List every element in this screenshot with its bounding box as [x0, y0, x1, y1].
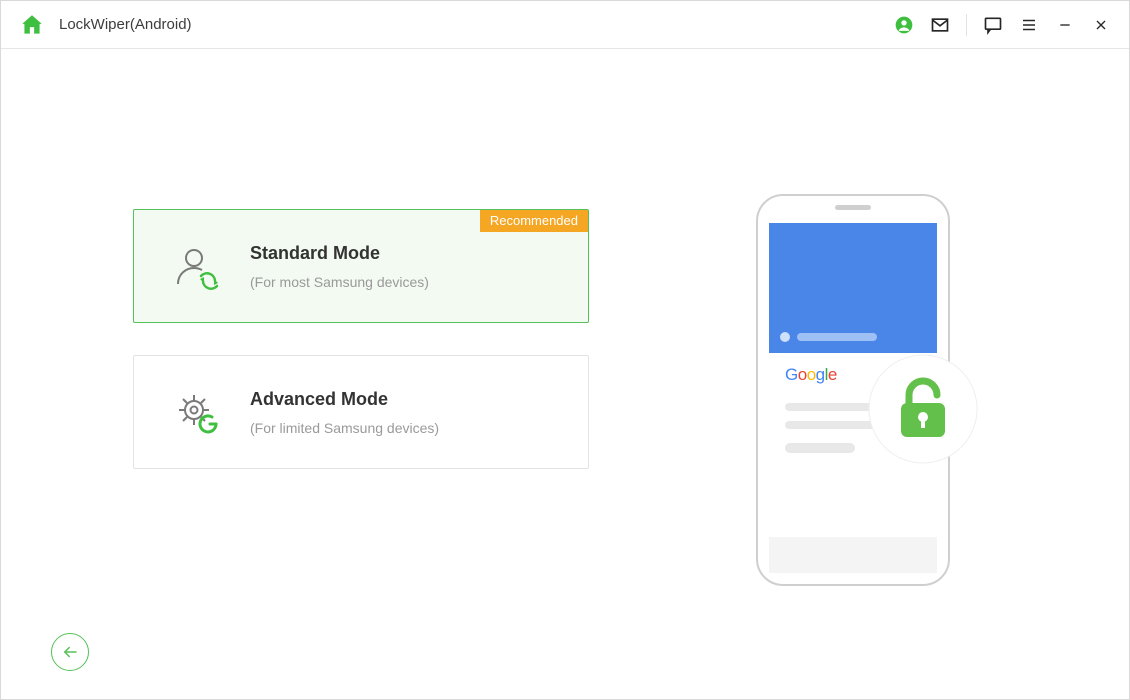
account-icon[interactable]: [894, 15, 914, 35]
home-icon[interactable]: [19, 12, 45, 38]
advanced-mode-subtitle: (For limited Samsung devices): [250, 420, 439, 436]
menu-icon[interactable]: [1019, 15, 1039, 35]
advanced-mode-text: Advanced Mode (For limited Samsung devic…: [250, 389, 439, 436]
user-refresh-icon: [168, 238, 224, 294]
back-button[interactable]: [51, 633, 89, 671]
mode-cards: Recommended Standard Mode (For most Sams…: [133, 209, 589, 469]
advanced-mode-card[interactable]: Advanced Mode (For limited Samsung devic…: [133, 355, 589, 469]
standard-mode-card[interactable]: Recommended Standard Mode (For most Sams…: [133, 209, 589, 323]
gear-g-icon: [168, 384, 224, 440]
standard-mode-subtitle: (For most Samsung devices): [250, 274, 429, 290]
minimize-button[interactable]: [1055, 15, 1075, 35]
main-content: Recommended Standard Mode (For most Sams…: [1, 49, 1129, 699]
google-logo: Google: [785, 365, 837, 385]
app-title: LockWiper(Android): [59, 16, 192, 33]
feedback-icon[interactable]: [983, 15, 1003, 35]
titlebar: LockWiper(Android): [1, 1, 1129, 49]
standard-mode-text: Standard Mode (For most Samsung devices): [250, 243, 429, 290]
standard-mode-title: Standard Mode: [250, 243, 429, 264]
mail-icon[interactable]: [930, 15, 950, 35]
titlebar-controls: [894, 14, 1111, 36]
advanced-mode-title: Advanced Mode: [250, 389, 439, 410]
phone-illustration: Google: [751, 189, 981, 619]
recommended-badge: Recommended: [480, 210, 588, 232]
divider: [966, 14, 967, 36]
close-button[interactable]: [1091, 15, 1111, 35]
app-window: LockWiper(Android): [0, 0, 1130, 700]
